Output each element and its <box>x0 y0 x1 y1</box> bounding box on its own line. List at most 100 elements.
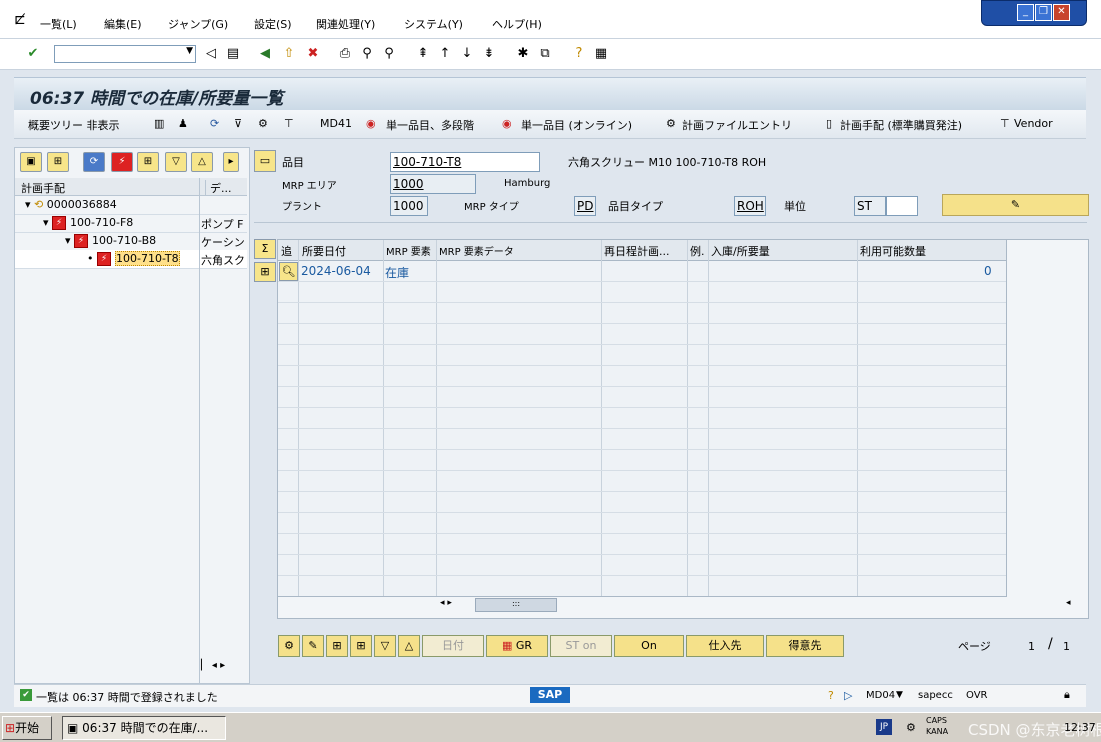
tree-expand-button[interactable]: ▽ <box>165 152 187 172</box>
col-header[interactable]: 例. <box>690 243 705 259</box>
plant-field[interactable]: 1000 <box>390 196 428 216</box>
vendor-button[interactable]: Vendor <box>1014 117 1053 130</box>
menu-list[interactable]: 一覧(L) <box>40 16 77 32</box>
tcode-dropdown-icon[interactable]: ▼ <box>896 690 903 700</box>
lock-icon[interactable]: 🔒︎ <box>1064 688 1070 702</box>
layout-icon[interactable]: ▦ <box>592 45 610 63</box>
menu-help[interactable]: ヘルプ(H) <box>492 16 542 32</box>
bottom-btn-collapse[interactable]: △ <box>398 635 420 657</box>
col-header[interactable]: 利用可能数量 <box>860 243 926 259</box>
grid-scroll-right[interactable]: ◂ <box>1066 598 1082 610</box>
edit-button[interactable]: ✎ <box>942 194 1089 216</box>
header-toggle-button[interactable]: ▭ <box>254 150 276 172</box>
vendor-bottom-button[interactable]: 仕入先 <box>686 635 764 657</box>
filter-icon[interactable]: ⊽ <box>234 117 242 130</box>
print-list-icon[interactable]: ⊤ <box>284 117 294 130</box>
planned-order-button[interactable]: 計画手配 (標準購買発注) <box>840 117 962 133</box>
command-field[interactable]: ▼ <box>54 45 196 63</box>
col-header[interactable]: 追 <box>281 243 292 259</box>
grid-scroll-left[interactable]: ◂ ▸ <box>440 598 460 610</box>
back-icon[interactable]: ◀ <box>256 45 274 63</box>
back-arrow-icon[interactable]: ◁ <box>202 45 220 63</box>
column-icon[interactable]: ▥ <box>154 117 164 130</box>
date-button[interactable]: 日付 <box>422 635 484 657</box>
gr-button[interactable]: ▦ GR <box>486 635 548 657</box>
row-detail-button[interactable]: 🔍︎ <box>279 262 298 281</box>
prev-page-icon[interactable]: ↑ <box>436 45 454 63</box>
grid-hscroll-thumb[interactable]: ::: <box>475 598 557 612</box>
bottom-btn-1[interactable]: ⚙ <box>278 635 300 657</box>
bottom-btn-4[interactable]: ⊞ <box>350 635 372 657</box>
refresh-icon[interactable]: ⟳ <box>210 117 219 130</box>
shortcut-icon[interactable]: ⧉ <box>536 45 554 63</box>
minimize-button[interactable]: _ <box>1017 4 1034 21</box>
tree-node-desc: 六角スク <box>201 254 245 267</box>
planning-icon[interactable]: ⚙ <box>258 117 268 130</box>
tree-more-button[interactable]: ▸ <box>223 152 239 172</box>
tree-row[interactable]: ▾ ⚡ 100-710-B8 ケーシン <box>15 232 247 251</box>
person-icon[interactable]: ♟ <box>178 117 188 130</box>
material-field[interactable]: 100-710-T8 <box>390 152 540 172</box>
on-button[interactable]: On <box>614 635 684 657</box>
window-menu-icon[interactable]: ⊏̸ <box>14 12 26 28</box>
mrp-area-field[interactable]: 1000 <box>390 174 476 194</box>
new-session-icon[interactable]: ✱ <box>514 45 532 63</box>
menu-environment[interactable]: 関連処理(Y) <box>316 16 375 32</box>
tree-node-id: 100-710-F8 <box>70 216 134 229</box>
bottom-btn-expand[interactable]: ▽ <box>374 635 396 657</box>
md41-button[interactable]: MD41 <box>320 117 352 130</box>
cancel-icon[interactable]: ✖ <box>304 45 322 63</box>
single-multi-button[interactable]: 単一品目、多段階 <box>386 117 474 133</box>
tree-button-2[interactable]: ⊞ <box>47 152 69 172</box>
find-icon[interactable]: ⚲ <box>358 45 376 63</box>
sum-button[interactable]: Σ <box>254 239 276 259</box>
restore-button[interactable]: ❐ <box>1035 4 1052 21</box>
menu-goto[interactable]: ジャンプ(G) <box>168 16 228 32</box>
tree-button-1[interactable]: ▣ <box>20 152 42 172</box>
unit-field[interactable]: ST <box>854 196 886 216</box>
tree-refresh-button[interactable]: ⟳ <box>83 152 105 172</box>
status-expand-icon[interactable]: ▷ <box>844 689 852 702</box>
mrp-type-field[interactable]: PD <box>574 196 596 216</box>
enter-icon[interactable]: ✔ <box>24 45 42 63</box>
next-page-icon[interactable]: ↓ <box>458 45 476 63</box>
st-on-button[interactable]: ST on <box>550 635 612 657</box>
unit-extra-field[interactable] <box>886 196 918 216</box>
menu-system[interactable]: システム(Y) <box>404 16 463 32</box>
find-next-icon[interactable]: ⚲ <box>380 45 398 63</box>
bottom-btn-3[interactable]: ⊞ <box>326 635 348 657</box>
col-header[interactable]: 所要日付 <box>302 243 346 259</box>
tree-structure-button[interactable]: ⊞ <box>137 152 159 172</box>
col-header[interactable]: MRP 要素データ <box>439 243 514 258</box>
tree-row-selected[interactable]: • ⚡ 100-710-T8 六角スク <box>15 250 247 269</box>
details-button[interactable]: ⊞ <box>254 262 276 282</box>
tree-hscroll[interactable]: ▏ ◂ ▸ <box>201 660 247 676</box>
material-type-field[interactable]: ROH <box>734 196 766 216</box>
save-icon[interactable]: ▤ <box>224 45 242 63</box>
col-header[interactable]: 入庫/所要量 <box>711 243 770 259</box>
bottom-btn-edit[interactable]: ✎ <box>302 635 324 657</box>
tree-row[interactable]: ▾ ⚡ 100-710-F8 ポンプ F <box>15 214 247 233</box>
tree-order-button[interactable]: ⚡ <box>111 152 133 172</box>
single-online-button[interactable]: 単一品目 (オンライン) <box>521 117 632 133</box>
exit-icon[interactable]: ⇧ <box>280 45 298 63</box>
ime-icon[interactable]: ⚙ <box>906 721 916 734</box>
col-header[interactable]: MRP 要素 <box>386 243 431 258</box>
close-button[interactable]: ✕ <box>1053 4 1070 21</box>
planning-file-button[interactable]: 計画ファイルエントリ <box>682 117 792 133</box>
col-header[interactable]: 再日程計画... <box>604 243 670 259</box>
start-button[interactable]: ⊞开始 <box>2 716 52 740</box>
menu-edit[interactable]: 編集(E) <box>104 16 142 32</box>
lang-indicator[interactable]: JP <box>876 719 892 735</box>
menu-settings[interactable]: 設定(S) <box>254 16 292 32</box>
hide-tree-button[interactable]: 概要ツリー 非表示 <box>28 117 120 133</box>
help-icon[interactable]: ? <box>570 45 588 63</box>
tree-row[interactable]: ▾ ⟲ 0000036884 <box>15 196 247 215</box>
first-page-icon[interactable]: ⇞ <box>414 45 432 63</box>
last-page-icon[interactable]: ⇟ <box>480 45 498 63</box>
taskbar-window-button[interactable]: ▣ 06:37 時間での在庫/... <box>62 716 226 740</box>
tree-collapse-button[interactable]: △ <box>191 152 213 172</box>
status-help-icon[interactable]: ? <box>828 689 834 702</box>
customer-button[interactable]: 得意先 <box>766 635 844 657</box>
print-icon[interactable]: ⎙ <box>336 45 354 63</box>
